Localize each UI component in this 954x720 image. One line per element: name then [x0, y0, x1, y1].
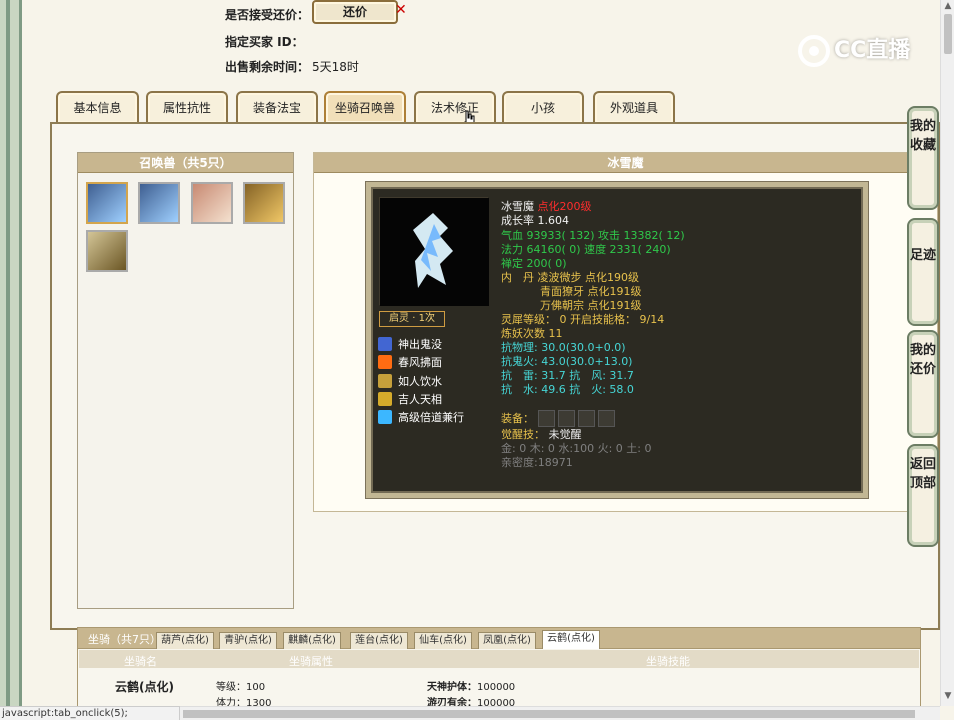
mount-level-field: 等级：100	[216, 682, 266, 693]
tab-attributes-resistance[interactable]: 属性抗性	[146, 91, 228, 123]
summon-list-title: 召唤兽（共5只）	[78, 153, 293, 173]
skill-icon	[378, 392, 392, 406]
mount-tab[interactable]: 凤凰(点化)	[478, 632, 536, 650]
mount-section-title: 坐骑（共7只）	[88, 633, 161, 646]
summon-list-panel: 召唤兽（共5只）	[77, 152, 294, 609]
pet-thumbnail[interactable]	[138, 182, 180, 224]
equipment-slot[interactable]	[558, 410, 575, 427]
mount-table-header: 坐骑名 坐骑属性 坐骑技能	[79, 650, 919, 668]
spirit-badge: 启灵 · 1次	[379, 311, 445, 327]
footprint-button[interactable]: 足迹	[907, 218, 939, 326]
mana-speed-line: 法力 64160( 0) 速度 2331( 240)	[501, 243, 671, 256]
mount-tab[interactable]: 莲台(点化)	[350, 632, 408, 650]
refine-count-line: 炼妖次数 11	[501, 327, 563, 340]
pet-name-line: 冰雪魔 点化200级	[501, 200, 592, 213]
ghost-fire-resistance-line: 抗鬼火: 43.0(30.0+13.0)	[501, 355, 633, 368]
cc-logo-icon	[798, 35, 830, 67]
awakening-line: 觉醒技： 未觉醒	[501, 428, 582, 441]
mount-name-column: 坐骑名	[124, 655, 157, 668]
thunder-wind-resistance-line: 抗 雷: 31.7 抗 风: 31.7	[501, 369, 634, 382]
remaining-time-value: 5天18时	[312, 60, 359, 74]
scroll-thumb[interactable]	[944, 14, 952, 54]
assigned-buyer-label: 指定买家 ID：	[225, 35, 304, 49]
mount-tab[interactable]: 葫芦(点化)	[156, 632, 214, 650]
skill-item[interactable]: 吉人天相	[378, 391, 498, 407]
calm-line: 禅定 200( 0)	[501, 257, 567, 270]
mount-section-header: 坐骑（共7只） 葫芦(点化) 青驴(点化) 麒麟(点化) 莲台(点化) 仙车(点…	[77, 627, 921, 650]
pet-portrait	[379, 197, 489, 306]
mount-tab[interactable]: 青驴(点化)	[219, 632, 277, 650]
growth-rate-line: 成长率 1.604	[501, 214, 569, 227]
tab-spell-correction[interactable]: 法术修正	[414, 91, 496, 123]
remaining-time-label: 出售剩余时间：	[225, 60, 310, 74]
inner-core-line: 青面獠牙 点化191级	[540, 285, 642, 298]
close-icon[interactable]: ✕	[395, 2, 407, 18]
mount-attribute-column: 坐骑属性	[289, 655, 333, 668]
pet-thumbnail-selected[interactable]	[86, 182, 128, 224]
inner-core-line: 万佛朝宗 点化191级	[540, 299, 642, 312]
horizontal-scroll-thumb[interactable]	[183, 710, 915, 718]
pet-thumbnail[interactable]	[243, 182, 285, 224]
skill-icon	[378, 337, 392, 351]
soul-level-line: 灵犀等级： 0 开启技能格： 9/14	[501, 313, 665, 326]
scroll-down-arrow-icon[interactable]: ▼	[943, 691, 953, 701]
skill-icon	[378, 355, 392, 369]
browser-status-text: javascript:tab_onclick(5);	[0, 706, 180, 720]
equipment-slot[interactable]	[578, 410, 595, 427]
counteroffer-button[interactable]: 还价	[312, 0, 398, 24]
tab-basic-info[interactable]: 基本信息	[56, 91, 139, 123]
left-decorative-rail	[0, 0, 22, 720]
my-favorites-button[interactable]: 我的收藏	[907, 106, 939, 210]
mount-tab-active[interactable]: 云鹤(点化)	[542, 630, 600, 650]
inner-core-line: 内 丹 凌波微步 点化190级	[501, 271, 639, 284]
cc-live-logo: CC直播	[798, 32, 924, 70]
skill-item[interactable]: 高级倍道兼行	[378, 409, 498, 425]
pet-thumbnail[interactable]	[86, 230, 128, 272]
skill-item[interactable]: 春风拂面	[378, 354, 498, 370]
vertical-scrollbar[interactable]: ▲ ▼	[940, 0, 954, 706]
tab-appearance-items[interactable]: 外观道具	[593, 91, 675, 123]
back-to-top-button[interactable]: 返回顶部	[907, 444, 939, 547]
hp-attack-line: 气血 93933( 132) 攻击 13382( 12)	[501, 229, 685, 242]
skill-icon	[378, 374, 392, 388]
mount-skill-column: 坐骑技能	[646, 655, 690, 668]
tab-child[interactable]: 小孩	[502, 91, 584, 123]
horizontal-scrollbar[interactable]	[180, 706, 940, 720]
mount-tab[interactable]: 仙车(点化)	[414, 632, 472, 650]
skill-icon	[378, 410, 392, 424]
logo-text: CC直播	[834, 38, 911, 63]
mount-tab[interactable]: 麒麟(点化)	[283, 632, 341, 650]
equipment-slot[interactable]	[538, 410, 555, 427]
equipment-label: 装备：	[501, 412, 534, 425]
skill-item[interactable]: 神出鬼没	[378, 336, 498, 352]
pet-thumbnail[interactable]	[191, 182, 233, 224]
skill-item[interactable]: 如人饮水	[378, 373, 498, 389]
element-line: 金: 0 木: 0 水:100 火: 0 土: 0	[501, 442, 652, 455]
tab-equipment-treasure[interactable]: 装备法宝	[236, 91, 318, 123]
equipment-slot[interactable]	[598, 410, 615, 427]
my-counteroffers-button[interactable]: 我的还价	[907, 330, 939, 438]
mount-skill-field: 天神护体：100000	[427, 682, 516, 693]
scroll-up-arrow-icon[interactable]: ▲	[943, 1, 953, 11]
tab-mount-summons[interactable]: 坐骑召唤兽	[324, 91, 406, 123]
summon-detail-title: 冰雪魔	[314, 153, 937, 173]
intimacy-line: 亲密度:18971	[501, 456, 573, 469]
mount-row-name: 云鹤(点化)	[115, 680, 174, 694]
physical-resistance-line: 抗物理: 30.0(30.0+0.0)	[501, 341, 626, 354]
accept-counteroffer-label: 是否接受还价：	[225, 8, 310, 22]
water-fire-resistance-line: 抗 水: 49.6 抗 火: 58.0	[501, 383, 634, 396]
